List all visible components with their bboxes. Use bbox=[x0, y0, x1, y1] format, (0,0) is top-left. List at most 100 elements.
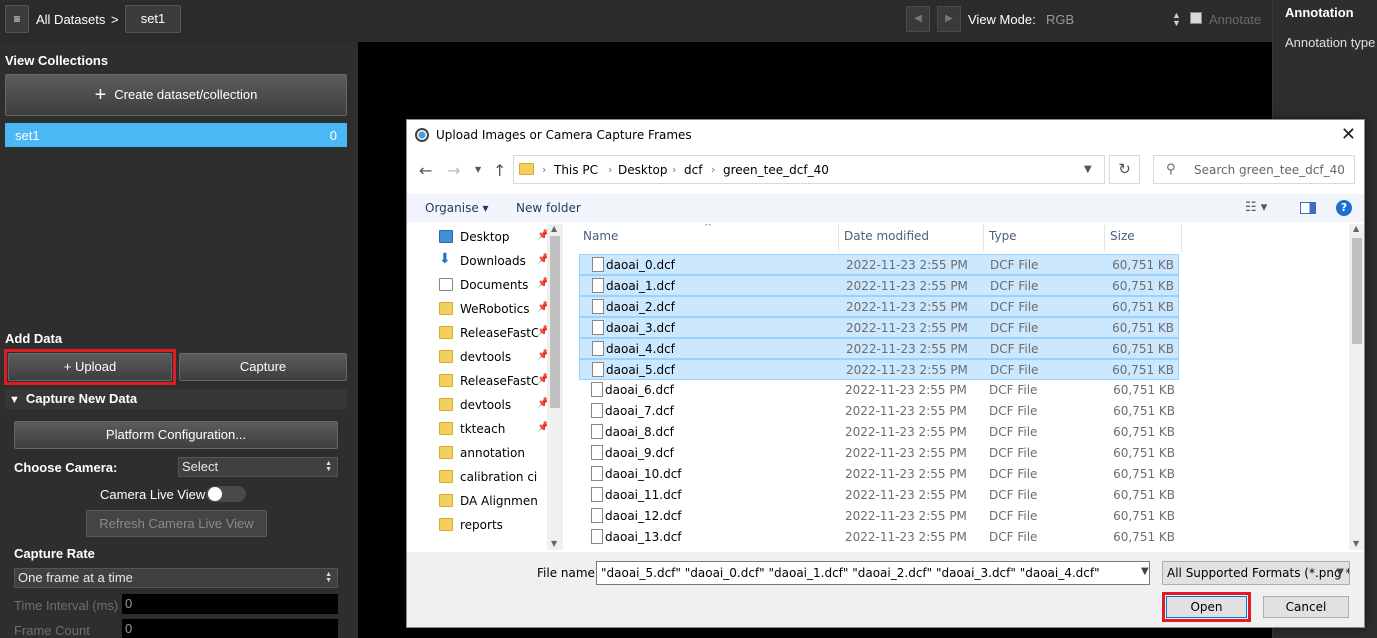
nav-item-devtools-2[interactable]: devtools 📌 bbox=[439, 394, 547, 418]
menu-icon[interactable]: ≡ bbox=[5, 5, 29, 33]
scrollbar-thumb[interactable] bbox=[1352, 238, 1362, 344]
file-size: 60,751 KB bbox=[1113, 404, 1175, 418]
nav-item-desktop[interactable]: Desktop 📌 bbox=[439, 226, 547, 250]
file-row[interactable]: daoai_3.dcf 2022-11-23 2:55 PM DCF File 60,… bbox=[579, 317, 1179, 338]
folder-icon bbox=[439, 302, 453, 315]
pin-icon: 📌 bbox=[537, 422, 547, 433]
column-header-date[interactable]: Date modified bbox=[840, 224, 984, 252]
dataset-item-set1[interactable]: set1 0 bbox=[5, 123, 347, 147]
file-row[interactable]: daoai_13.dcf 2022-11-23 2:55 PM DCF File 60… bbox=[579, 527, 1179, 548]
file-icon bbox=[591, 508, 603, 523]
refresh-icon[interactable]: ↻ bbox=[1109, 155, 1140, 184]
nav-item-werobotics[interactable]: WeRobotics 📌 bbox=[439, 298, 547, 322]
chevron-down-icon[interactable]: ▼ bbox=[1084, 164, 1092, 175]
help-icon[interactable]: ? bbox=[1336, 200, 1352, 216]
camera-app-icon bbox=[415, 128, 429, 142]
nav-item-tkteach[interactable]: tkteach 📌 bbox=[439, 418, 547, 442]
column-header-name[interactable]: Name bbox=[579, 224, 839, 252]
scrollbar-thumb[interactable] bbox=[550, 236, 560, 408]
file-row[interactable]: daoai_7.dcf 2022-11-23 2:55 PM DCF File 60,… bbox=[579, 401, 1179, 422]
file-row[interactable]: daoai_10.dcf 2022-11-23 2:55 PM DCF File 60… bbox=[579, 464, 1179, 485]
nav-item-documents[interactable]: Documents 📌 bbox=[439, 274, 547, 298]
breadcrumb-current-set[interactable]: set1 bbox=[125, 5, 181, 33]
back-arrow-icon[interactable]: ← bbox=[419, 161, 432, 180]
file-row[interactable]: daoai_6.dcf 2022-11-23 2:55 PM DCF File 60,… bbox=[579, 380, 1179, 401]
nav-item-downloads[interactable]: ⬇ Downloads 📌 bbox=[439, 250, 547, 274]
capture-new-data-section[interactable]: ▼ Capture New Data bbox=[5, 389, 347, 409]
column-header-type[interactable]: Type bbox=[985, 224, 1105, 252]
camera-live-view-toggle[interactable] bbox=[206, 486, 246, 502]
file-icon bbox=[592, 320, 604, 335]
file-icon bbox=[592, 341, 604, 356]
breadcrumb-all-datasets[interactable]: All Datasets bbox=[36, 12, 105, 27]
nav-item-releasefast[interactable]: ReleaseFastCa📌 bbox=[439, 322, 547, 346]
nav-item-devtools[interactable]: devtools 📌 bbox=[439, 346, 547, 370]
organise-button[interactable]: Organise ▾ bbox=[425, 201, 489, 215]
file-date: 2022-11-23 2:55 PM bbox=[846, 258, 968, 272]
file-icon bbox=[592, 362, 604, 377]
dialog-footer: File name: "daoai_5.dcf" "daoai_0.dcf" "… bbox=[407, 552, 1364, 627]
nav-item-releasefast-2[interactable]: ReleaseFastCa📌 bbox=[439, 370, 547, 394]
cancel-button[interactable]: Cancel bbox=[1263, 596, 1349, 618]
file-row[interactable]: daoai_4.dcf 2022-11-23 2:55 PM DCF File 60,… bbox=[579, 338, 1179, 359]
file-row[interactable]: daoai_12.dcf 2022-11-23 2:55 PM DCF File 60… bbox=[579, 506, 1179, 527]
file-type: DCF File bbox=[990, 258, 1039, 272]
file-row[interactable]: daoai_11.dcf 2022-11-23 2:55 PM DCF File 60… bbox=[579, 485, 1179, 506]
file-type: DCF File bbox=[990, 279, 1039, 293]
nav-item-da-alignment[interactable]: DA Alignment T bbox=[439, 490, 547, 514]
previous-image-button[interactable]: ◀ bbox=[906, 6, 930, 32]
address-bar[interactable]: › This PC › Desktop › dcf › green_tee_dc… bbox=[513, 155, 1105, 184]
breadcrumb-separator: > bbox=[111, 12, 119, 27]
capture-rate-value: One frame at a time bbox=[18, 570, 133, 585]
column-header-size[interactable]: Size bbox=[1106, 224, 1182, 252]
add-data-heading: Add Data bbox=[5, 331, 63, 346]
nav-pane-scrollbar[interactable]: ▲ ▼ bbox=[547, 224, 563, 550]
create-dataset-button[interactable]: + Create dataset/collection bbox=[5, 74, 347, 116]
path-desktop[interactable]: Desktop bbox=[618, 163, 668, 177]
close-icon[interactable]: ✕ bbox=[1341, 124, 1356, 145]
next-image-button[interactable]: ▶ bbox=[937, 6, 961, 32]
scroll-up-icon[interactable]: ▲ bbox=[551, 224, 557, 233]
search-input[interactable]: ⚲ Search green_tee_dcf_40 bbox=[1153, 155, 1355, 184]
capture-rate-select[interactable]: One frame at a time ▲ ▼ bbox=[14, 568, 338, 588]
annotate-label: Annotate bbox=[1209, 12, 1262, 27]
forward-arrow-icon[interactable]: → bbox=[447, 161, 460, 180]
file-row[interactable]: daoai_8.dcf 2022-11-23 2:55 PM DCF File 60,… bbox=[579, 422, 1179, 443]
scroll-up-icon[interactable]: ▲ bbox=[1353, 224, 1359, 233]
camera-select[interactable]: Select ▲ ▼ bbox=[178, 457, 338, 477]
frame-count-input[interactable]: 0 bbox=[122, 619, 338, 638]
nav-item-annotation[interactable]: annotation bbox=[439, 442, 547, 466]
nav-item-reports[interactable]: reports bbox=[439, 514, 547, 538]
path-green-tee[interactable]: green_tee_dcf_40 bbox=[723, 163, 829, 177]
file-list-scrollbar[interactable]: ▲ ▼ bbox=[1349, 224, 1364, 550]
new-folder-button[interactable]: New folder bbox=[516, 201, 581, 215]
preview-pane-icon[interactable] bbox=[1300, 202, 1316, 214]
file-row[interactable]: daoai_9.dcf 2022-11-23 2:55 PM DCF File 60,… bbox=[579, 443, 1179, 464]
file-name-label: File name: bbox=[537, 566, 599, 580]
file-row[interactable]: daoai_2.dcf 2022-11-23 2:55 PM DCF File 60,… bbox=[579, 296, 1179, 317]
path-this-pc[interactable]: This PC bbox=[554, 163, 598, 177]
file-row[interactable]: daoai_0.dcf 2022-11-23 2:55 PM DCF File 60,… bbox=[579, 254, 1179, 275]
view-mode-select[interactable]: RGB bbox=[1046, 12, 1074, 27]
refresh-live-view-button[interactable]: Refresh Camera Live View bbox=[86, 510, 267, 537]
file-row[interactable]: daoai_5.dcf 2022-11-23 2:55 PM DCF File 60,… bbox=[579, 359, 1179, 380]
nav-item-calibration[interactable]: calibration circle bbox=[439, 466, 547, 490]
scroll-down-icon[interactable]: ▼ bbox=[1353, 539, 1359, 548]
file-row[interactable]: daoai_1.dcf 2022-11-23 2:55 PM DCF File 60,… bbox=[579, 275, 1179, 296]
time-interval-input[interactable]: 0 bbox=[122, 594, 338, 614]
file-type-select[interactable]: All Supported Formats (*.png *. ▼ bbox=[1162, 561, 1350, 585]
capture-button[interactable]: Capture bbox=[179, 353, 347, 381]
recent-locations-chevron-icon[interactable]: ▼ bbox=[475, 165, 481, 174]
file-name-input[interactable]: "daoai_5.dcf" "daoai_0.dcf" "daoai_1.dcf… bbox=[596, 561, 1150, 585]
pin-icon: 📌 bbox=[537, 350, 547, 361]
view-collections-heading: View Collections bbox=[5, 53, 109, 68]
nav-item-label: Downloads bbox=[460, 254, 526, 268]
view-mode-spinner-icon[interactable]: ▲ ▼ bbox=[1172, 11, 1181, 28]
view-options-icon[interactable]: ☷ ▾ bbox=[1245, 200, 1267, 215]
platform-configuration-button[interactable]: Platform Configuration... bbox=[14, 421, 338, 449]
scroll-down-icon[interactable]: ▼ bbox=[551, 539, 557, 548]
path-dcf[interactable]: dcf bbox=[684, 163, 702, 177]
chevron-down-icon[interactable]: ▼ bbox=[1141, 566, 1149, 577]
up-arrow-icon[interactable]: ↑ bbox=[493, 161, 506, 180]
annotate-checkbox[interactable] bbox=[1190, 12, 1202, 24]
